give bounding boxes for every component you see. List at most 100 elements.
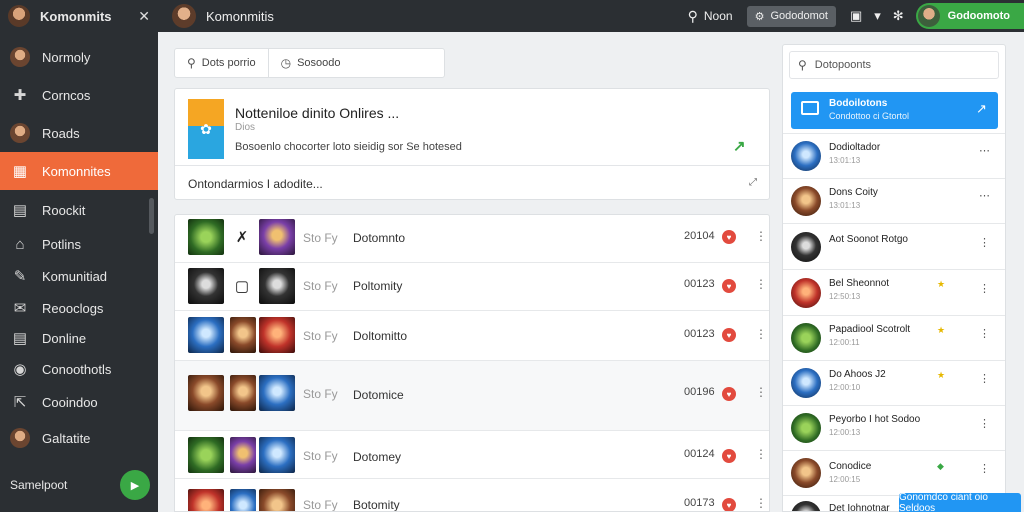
list-item[interactable]: Sto Fy Doltomitto 00123 ♥ ⋮ (175, 311, 769, 361)
member-time: 12:50:13 (829, 292, 861, 301)
more-icon[interactable]: ⋮ (755, 277, 767, 291)
member-time: 12:00:10 (829, 383, 861, 392)
divider (175, 165, 769, 166)
banner-title: Bodoilotons (829, 98, 888, 109)
sidebar-item-label: Conoothotls (42, 361, 112, 377)
row-count: 20104 (684, 230, 715, 242)
member-item[interactable]: Dodioltador 13:01:13 ⋯ (783, 133, 1005, 178)
app-title: Komonmits (40, 8, 112, 24)
row-count: 00123 (684, 278, 715, 290)
sidebar-item-normoly[interactable]: Normoly (0, 38, 158, 76)
more-icon[interactable]: ⋮ (979, 417, 990, 430)
member-item[interactable]: Dons Coity 13:01:13 ⋯ (783, 178, 1005, 223)
more-icon[interactable]: ⋮ (755, 229, 767, 243)
thumbnail (230, 317, 256, 353)
member-avatar (791, 501, 821, 511)
post-input[interactable]: Ontondarmios I adodite... (188, 177, 323, 191)
list-item[interactable]: Sto Fy Dotomice 00196 ♥ ⋮ (175, 361, 769, 431)
diamond-icon: ◆ (937, 461, 944, 471)
tab-recent[interactable]: ◷ Sosoodo (269, 49, 353, 77)
more-icon[interactable]: ⋮ (979, 236, 990, 249)
wrench-icon: ✎ (13, 268, 27, 285)
row-code: Sto Fy (303, 231, 338, 245)
member-item[interactable]: Peyorbo I hot Sodoo 12:00:13 ⋮ (783, 405, 1005, 450)
member-item[interactable]: Aot Soonot Rotgo ⋮ (783, 223, 1005, 269)
thumbnail (230, 437, 256, 473)
expand-icon[interactable]: ⤢ (749, 177, 757, 188)
more-icon[interactable]: ⋮ (755, 327, 767, 341)
mail-icon: ✉ (13, 300, 27, 317)
more-icon[interactable]: ⋯ (979, 144, 990, 157)
share-icon: ⇱ (13, 394, 27, 411)
row-name: Dotomice (353, 388, 404, 402)
close-icon[interactable]: ✕ (138, 8, 150, 25)
heart-icon[interactable]: ♥ (722, 230, 736, 244)
list-item[interactable]: ✗ Sto Fy Dotomnto 20104 ♥ ⋮ (175, 215, 769, 263)
row-count: 00123 (684, 328, 715, 340)
star-icon: ★ (937, 279, 946, 289)
search-icon[interactable]: ⚲ (688, 8, 698, 25)
member-item[interactable]: Do Ahoos J2 12:00:10 ★ ⋮ (783, 360, 1005, 405)
featured-subtitle: Dios (235, 122, 256, 133)
list-item[interactable]: Sto Fy Dotomey 00124 ♥ ⋮ (175, 431, 769, 479)
thumbnail (259, 489, 295, 511)
trend-up-icon[interactable]: ↗ (733, 137, 746, 155)
more-icon[interactable]: ⋯ (979, 189, 990, 202)
more-icon[interactable]: ⋮ (755, 496, 767, 510)
chat-icon: ◉ (13, 361, 27, 378)
more-icon[interactable]: ⋮ (979, 282, 990, 295)
members-search-placeholder: Dotopoonts (814, 59, 872, 71)
topbar-action-button[interactable]: ⚙ Gododomot (746, 5, 836, 27)
sidebar-item-komonnites[interactable]: ▦ Komonnites (0, 152, 158, 190)
member-name: Bel Sheonnot (829, 278, 890, 289)
members-search[interactable]: ⚲ Dotopoonts (789, 51, 999, 79)
chevron-down-icon[interactable]: ▾ (874, 8, 881, 24)
sidebar-item-roockit[interactable]: ▤ Roockit (0, 191, 158, 229)
row-code: Sto Fy (303, 498, 338, 512)
featured-member-banner[interactable]: Bodoilotons Condottoo ci Gtortol ↗ (791, 92, 998, 129)
window-icon[interactable]: ▣ (850, 8, 862, 24)
more-icon[interactable]: ⋮ (755, 385, 767, 399)
featured-title[interactable]: Notteniloe dinito Onlires ... (235, 105, 399, 121)
row-code: Sto Fy (303, 279, 338, 293)
heart-icon[interactable]: ♥ (722, 279, 736, 293)
puzzle-icon: ✚ (13, 87, 27, 104)
heart-icon[interactable]: ♥ (722, 449, 736, 463)
row-code: Sto Fy (303, 449, 338, 463)
member-avatar (791, 278, 821, 308)
member-time: 13:01:13 (829, 156, 861, 165)
more-icon[interactable]: ⋮ (979, 372, 990, 385)
heart-icon[interactable]: ♥ (722, 498, 736, 511)
more-icon[interactable]: ⋮ (755, 447, 767, 461)
user-avatar-icon (10, 123, 30, 143)
thumbnail (230, 375, 256, 411)
sidebar-item-label: Cooindoo (42, 394, 98, 410)
sidebar-item-galtatite[interactable]: Galtatite (0, 419, 158, 457)
member-name: Dodioltador (829, 142, 881, 153)
notification-toast[interactable]: Gonomdco ciant oio Seldoos (899, 492, 1021, 512)
calendar-icon: ▤ (12, 330, 28, 347)
heart-icon[interactable]: ♥ (722, 387, 736, 401)
row-name: Dotomey (353, 450, 402, 464)
heart-icon[interactable]: ♥ (722, 328, 736, 342)
sidebar-item-corncos[interactable]: ✚ Corncos (0, 76, 158, 114)
member-item[interactable]: Conodice 12:00:15 ◆ ⋮ (783, 450, 1005, 495)
tab-search[interactable]: ⚲ Dots porrio (175, 49, 269, 77)
sidebar-item-label: Normoly (42, 49, 91, 65)
more-icon[interactable]: ⋮ (979, 327, 990, 340)
sidebar-item-roads[interactable]: Roads (0, 114, 158, 152)
member-avatar (791, 458, 821, 488)
building-icon: ⌂ (15, 235, 25, 253)
member-item[interactable]: Papadiool Scotrolt 12:00:11 ★ ⋮ (783, 315, 1005, 360)
more-icon[interactable]: ⋮ (979, 462, 990, 475)
sidebar-item-cooindoo[interactable]: ⇱ Cooindoo (0, 383, 158, 421)
search-label[interactable]: Noon (704, 9, 733, 23)
settings-icon[interactable]: ✻ (893, 8, 904, 24)
user-menu[interactable]: Godoomoto (915, 3, 1024, 29)
member-item[interactable]: Bel Sheonnot 12:50:13 ★ ⋮ (783, 269, 1005, 315)
list-item[interactable]: ▢ Sto Fy Poltomity 00123 ♥ ⋮ (175, 263, 769, 311)
document-icon: ▢ (230, 268, 254, 304)
play-icon[interactable]: ▶ (120, 470, 150, 500)
list-item[interactable]: Sto Fy Botomity 00173 ♥ ⋮ (175, 479, 769, 512)
sidebar-scrollbar[interactable] (149, 198, 154, 234)
